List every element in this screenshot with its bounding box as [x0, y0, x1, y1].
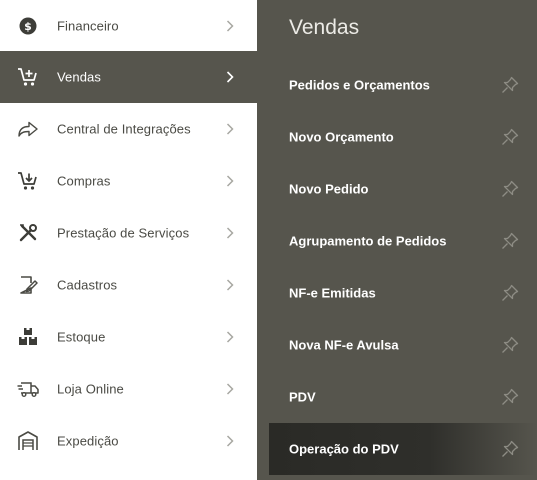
main-menu: $ Financeiro Vendas Central de Integraçõ…: [0, 0, 257, 480]
chevron-right-icon: [224, 175, 236, 187]
pin-icon[interactable]: [501, 76, 519, 94]
submenu-panel: Vendas Pedidos e Orçamentos Novo Orçamen…: [257, 0, 537, 480]
menu-item-label: Prestação de Serviços: [57, 225, 190, 241]
menu-item-label: Cadastros: [57, 277, 118, 293]
menu-item-loja-online[interactable]: Loja Online: [0, 363, 257, 415]
menu-item-cadastros[interactable]: Cadastros: [0, 259, 257, 311]
edit-document-icon: [17, 274, 39, 296]
tools-icon: [17, 222, 39, 244]
menu-item-label: Loja Online: [57, 381, 124, 397]
menu-item-compras[interactable]: Compras: [0, 155, 257, 207]
menu-item-financeiro[interactable]: $ Financeiro: [0, 0, 257, 52]
chevron-right-icon: [224, 383, 236, 395]
submenu-item-label: Agrupamento de Pedidos: [289, 233, 447, 249]
menu-item-label: Financeiro: [57, 18, 119, 34]
submenu-item-operacao-do-pdv[interactable]: Operação do PDV: [269, 423, 537, 475]
pin-icon[interactable]: [501, 440, 519, 458]
menu-item-expedicao[interactable]: Expedição: [0, 415, 257, 467]
cart-add-icon: [17, 66, 39, 88]
submenu-item-nf-e-emitidas[interactable]: NF-e Emitidas: [269, 267, 537, 319]
pin-icon[interactable]: [501, 128, 519, 146]
menu-item-central-de-integracoes[interactable]: Central de Integrações: [0, 103, 257, 155]
pin-icon[interactable]: [501, 388, 519, 406]
submenu-item-novo-pedido[interactable]: Novo Pedido: [269, 163, 537, 215]
chevron-right-icon: [224, 123, 236, 135]
chevron-right-icon: [224, 279, 236, 291]
pin-icon[interactable]: [501, 284, 519, 302]
submenu-item-label: Operação do PDV: [289, 441, 399, 457]
chevron-right-icon: [224, 331, 236, 343]
menu-item-vendas[interactable]: Vendas: [0, 51, 257, 103]
submenu-item-novo-orcamento[interactable]: Novo Orçamento: [269, 111, 537, 163]
svg-text:$: $: [24, 20, 32, 33]
submenu-item-label: PDV: [289, 389, 316, 405]
submenu-item-pdv[interactable]: PDV: [269, 371, 537, 423]
submenu-title: Vendas: [289, 16, 360, 39]
submenu-item-pedidos-e-orcamentos[interactable]: Pedidos e Orçamentos: [269, 59, 537, 111]
chevron-right-icon: [224, 71, 236, 83]
pin-icon[interactable]: [501, 180, 519, 198]
menu-item-label: Central de Integrações: [57, 121, 191, 137]
submenu-item-label: Pedidos e Orçamentos: [289, 77, 430, 93]
menu-item-label: Compras: [57, 173, 111, 189]
dollar-circle-icon: $: [17, 15, 39, 37]
menu-item-prestacao-de-servicos[interactable]: Prestação de Serviços: [0, 207, 257, 259]
chevron-right-icon: [224, 227, 236, 239]
chevron-right-icon: [224, 20, 236, 32]
delivery-truck-icon: [17, 378, 39, 400]
submenu-item-label: Nova NF-e Avulsa: [289, 337, 399, 353]
submenu-item-agrupamento-de-pedidos[interactable]: Agrupamento de Pedidos: [269, 215, 537, 267]
boxes-icon: [17, 326, 39, 348]
pin-icon[interactable]: [501, 336, 519, 354]
cart-download-icon: [17, 170, 39, 192]
submenu-item-label: Novo Orçamento: [289, 129, 394, 145]
menu-item-label: Expedição: [57, 433, 119, 449]
submenu-item-label: NF-e Emitidas: [289, 285, 376, 301]
submenu-item-nova-nf-e-avulsa[interactable]: Nova NF-e Avulsa: [269, 319, 537, 371]
submenu-item-label: Novo Pedido: [289, 181, 369, 197]
pin-icon[interactable]: [501, 232, 519, 250]
warehouse-icon: [17, 430, 39, 452]
chevron-right-icon: [224, 435, 236, 447]
share-arrow-icon: [17, 118, 39, 140]
menu-item-label: Estoque: [57, 329, 106, 345]
menu-item-estoque[interactable]: Estoque: [0, 311, 257, 363]
menu-item-label: Vendas: [57, 69, 101, 85]
